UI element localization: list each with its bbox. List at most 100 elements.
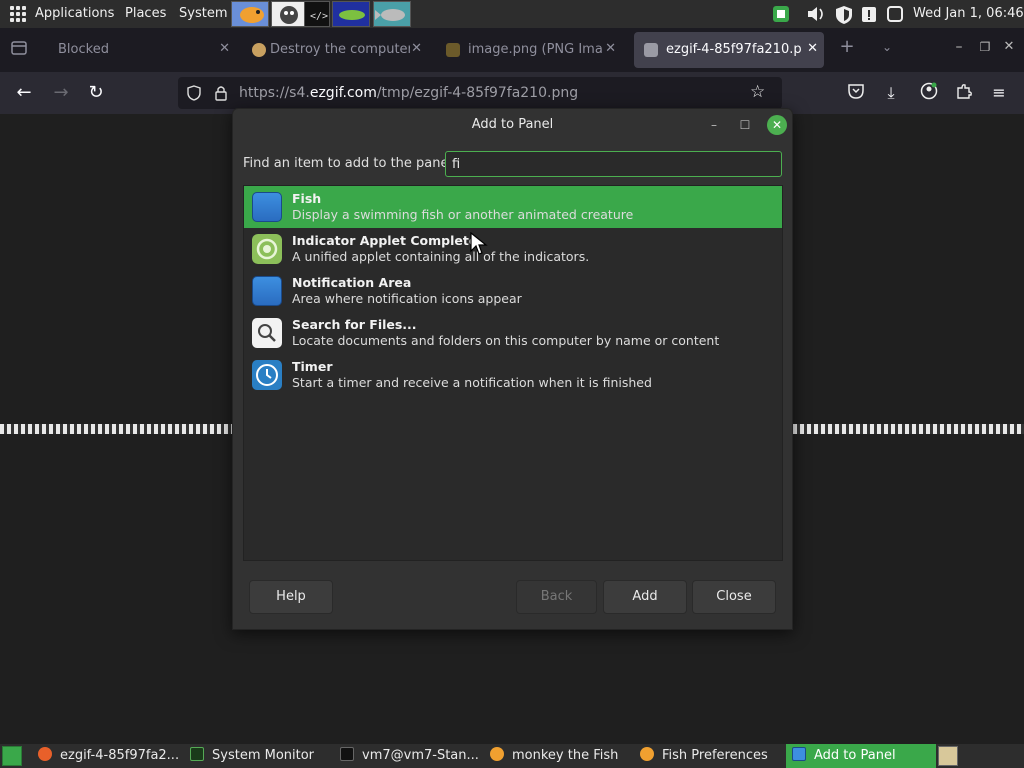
terminal-icon (340, 747, 354, 761)
lock-icon[interactable] (214, 85, 228, 105)
list-item-fish[interactable]: Fish Display a swimming fish or another … (244, 186, 782, 228)
task-monkey-the-fish[interactable]: monkey the Fish (482, 744, 632, 768)
forward-arrow-icon[interactable]: → (50, 82, 72, 104)
item-description: Locate documents and folders on this com… (292, 333, 720, 348)
close-icon[interactable]: ✕ (219, 41, 230, 56)
tab-destroy-the-computer[interactable]: Destroy the computer ✕ (248, 32, 428, 68)
tab-blocked[interactable]: Blocked ✕ (36, 32, 236, 68)
tab-title: Blocked (58, 42, 109, 57)
back-button[interactable]: Back (516, 580, 597, 614)
close-icon[interactable]: ✕ (411, 41, 422, 56)
item-name: Indicator Applet Complete (292, 233, 478, 248)
help-button[interactable]: Help (249, 580, 333, 614)
hamburger-menu-icon[interactable]: ≡ (988, 82, 1010, 104)
show-desktop-icon[interactable] (2, 746, 22, 766)
volume-icon[interactable] (806, 5, 824, 23)
fish-icon (640, 747, 654, 761)
find-label: Find an item to add to the panel: (243, 156, 457, 171)
add-to-panel-dialog: Add to Panel – ☐ ✕ Find an item to add t… (232, 108, 793, 630)
firefox-view-icon[interactable] (8, 38, 30, 60)
network-icon[interactable] (772, 5, 790, 23)
dialog-titlebar[interactable]: Add to Panel – ☐ ✕ (233, 109, 792, 141)
tab-title: image.png (PNG Imag (468, 42, 603, 57)
task-add-to-panel[interactable]: Add to Panel (786, 744, 936, 768)
search-input[interactable] (445, 151, 782, 177)
tab-ezgif[interactable]: ezgif-4-85f97fa210.pn ✕ (634, 32, 824, 68)
task-fish-preferences[interactable]: Fish Preferences (632, 744, 784, 768)
item-name: Search for Files... (292, 317, 417, 332)
task-ezgif[interactable]: ezgif-4-85f97fa2... (30, 744, 180, 768)
back-arrow-icon[interactable]: ← (13, 82, 35, 104)
panel-icon (792, 747, 806, 761)
list-item-notification-area[interactable]: Notification Area Area where notificatio… (244, 270, 782, 312)
clipboard-icon[interactable] (886, 5, 904, 23)
close-button[interactable]: Close (692, 580, 776, 614)
fish-launcher-icon[interactable] (231, 1, 269, 27)
applications-grid-icon[interactable] (10, 6, 26, 22)
applet-list[interactable]: Fish Display a swimming fish or another … (243, 185, 783, 561)
code-launcher-icon[interactable]: </> (304, 1, 330, 27)
menu-applications[interactable]: Applications (35, 6, 114, 21)
new-tab-plus-icon[interactable]: + (836, 36, 858, 58)
minimize-icon[interactable]: – (948, 36, 970, 58)
top-panel: Applications Places System </> Wed Jan 1… (0, 0, 1024, 28)
window-close-icon[interactable]: ✕ (998, 36, 1020, 58)
minimize-icon[interactable]: – (704, 115, 724, 135)
indicator-applet-icon (252, 234, 282, 264)
task-label: Add to Panel (814, 748, 896, 763)
tab-title: ezgif-4-85f97fa210.pn (666, 42, 801, 57)
maximize-icon[interactable]: ❐ (974, 36, 996, 58)
fish-icon (490, 747, 504, 761)
account-icon[interactable] (918, 82, 940, 104)
reload-icon[interactable]: ↻ (85, 82, 107, 104)
bookmark-star-icon[interactable]: ☆ (750, 82, 765, 102)
tracking-shield-icon[interactable] (186, 85, 202, 105)
task-label: Fish Preferences (662, 748, 768, 763)
system-monitor-icon (190, 747, 204, 761)
svg-text:</>: </> (310, 11, 328, 22)
menu-system[interactable]: System (179, 6, 227, 21)
item-description: Area where notification icons appear (292, 291, 522, 306)
task-label: System Monitor (212, 748, 315, 763)
image-strip-right (793, 424, 1024, 434)
item-name: Fish (292, 191, 322, 206)
update-notifier-icon[interactable] (860, 5, 878, 23)
magnifier-icon (252, 318, 282, 348)
item-description: Start a timer and receive a notification… (292, 375, 652, 390)
clock[interactable]: Wed Jan 1, 06:46 (913, 6, 1024, 21)
tab-image-png[interactable]: image.png (PNG Imag ✕ (442, 32, 622, 68)
item-description: A unified applet containing all of the i… (292, 249, 590, 264)
fish-gray-launcher-icon[interactable] (373, 1, 411, 27)
task-label: ezgif-4-85f97fa2... (60, 748, 180, 763)
download-icon[interactable]: ⤓ (880, 82, 902, 104)
item-name: Timer (292, 359, 333, 374)
close-icon[interactable]: ✕ (807, 41, 818, 56)
task-label: vm7@vm7-Stan... (362, 748, 479, 763)
add-button[interactable]: Add (603, 580, 687, 614)
fish-icon (252, 192, 282, 222)
workspace-switcher-icon[interactable] (938, 746, 958, 766)
fish-green-launcher-icon[interactable] (332, 1, 370, 27)
tab-favicon-icon (252, 43, 266, 57)
pocket-icon[interactable] (845, 82, 867, 104)
task-system-monitor[interactable]: System Monitor (182, 744, 332, 768)
browser-tab-bar: Blocked ✕ Destroy the computer ✕ image.p… (0, 28, 1024, 72)
close-icon[interactable]: ✕ (605, 41, 616, 56)
item-name: Notification Area (292, 275, 412, 290)
maximize-icon[interactable]: ☐ (735, 115, 755, 135)
image-file-icon (644, 43, 658, 57)
shield-icon[interactable] (834, 5, 852, 24)
menu-places[interactable]: Places (125, 6, 166, 21)
mouse-pointer-icon (470, 232, 488, 255)
list-item-timer[interactable]: Timer Start a timer and receive a notifi… (244, 354, 782, 396)
url-bar[interactable]: https://s4.ezgif.com/tmp/ezgif-4-85f97fa… (178, 77, 782, 109)
chevron-down-icon[interactable]: ⌄ (876, 36, 898, 58)
firefox-icon (38, 747, 52, 761)
close-icon[interactable]: ✕ (767, 115, 787, 135)
task-terminal[interactable]: vm7@vm7-Stan... (332, 744, 482, 768)
notification-area-icon (252, 276, 282, 306)
url-text[interactable]: https://s4.ezgif.com/tmp/ezgif-4-85f97fa… (239, 85, 578, 101)
list-item-indicator-applet[interactable]: Indicator Applet Complete A unified appl… (244, 228, 782, 270)
extensions-icon[interactable] (953, 82, 975, 104)
list-item-search-for-files[interactable]: Search for Files... Locate documents and… (244, 312, 782, 354)
